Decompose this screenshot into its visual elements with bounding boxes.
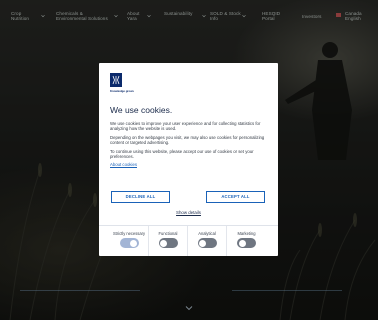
nav-item-label: SOLD & Stock Info bbox=[210, 11, 241, 22]
nav-item-label: Chemicals & Environmental Solutions bbox=[56, 11, 108, 22]
nav-item-about[interactable]: About Yara bbox=[127, 11, 151, 22]
chevron-down-icon bbox=[242, 14, 246, 18]
nav-item-sustainability[interactable]: Sustainability bbox=[164, 11, 206, 18]
toggle-knob bbox=[238, 239, 246, 247]
nav-item-label: About Yara bbox=[127, 11, 140, 22]
pref-label: Functional bbox=[158, 231, 178, 236]
toggle-knob bbox=[160, 239, 167, 247]
scroll-down-chevron-icon[interactable] bbox=[185, 305, 193, 311]
functional-toggle[interactable] bbox=[158, 238, 178, 248]
nav-item-crop-nutrition[interactable]: Crop Nutrition bbox=[11, 11, 45, 22]
divider-line bbox=[232, 290, 342, 291]
nav-item-hesqid-portal[interactable]: HESQID Portal bbox=[262, 11, 290, 22]
nav-item-label: Crop Nutrition bbox=[11, 11, 30, 22]
logo-tagline: Knowledge grows bbox=[110, 89, 134, 93]
dialog-title: We use cookies. bbox=[110, 105, 173, 115]
decline-all-button[interactable]: DECLINE ALL bbox=[111, 191, 170, 203]
cookie-paragraph: Depending on the webpages you visit, we … bbox=[110, 135, 265, 145]
pref-analytical: Analytical bbox=[188, 226, 227, 256]
cookie-paragraph: We use cookies to improve your user expe… bbox=[110, 121, 261, 131]
pref-label: Analytical bbox=[198, 231, 216, 236]
nav-item-language[interactable]: Canada English bbox=[345, 11, 371, 22]
cookie-paragraph: To continue using this website, please a… bbox=[110, 149, 254, 159]
yara-logo-icon bbox=[110, 73, 122, 87]
analytical-toggle[interactable] bbox=[197, 238, 217, 248]
nav-item-label: Sustainability bbox=[164, 11, 193, 16]
accept-all-button[interactable]: ACCEPT ALL bbox=[206, 191, 265, 203]
marketing-toggle[interactable] bbox=[237, 238, 256, 248]
strictly-necessary-toggle[interactable] bbox=[119, 238, 139, 248]
chevron-down-icon bbox=[41, 14, 45, 18]
flag-icon bbox=[336, 13, 341, 17]
pref-strictly-necessary: Strictly necessary bbox=[110, 226, 149, 256]
divider-line bbox=[20, 290, 140, 291]
pref-marketing: Marketing bbox=[227, 226, 266, 256]
chevron-down-icon bbox=[202, 14, 206, 18]
pref-label: Marketing bbox=[237, 231, 256, 236]
chevron-down-icon bbox=[114, 14, 118, 18]
chevron-down-icon bbox=[147, 14, 151, 18]
nav-item-chemicals[interactable]: Chemicals & Environmental Solutions bbox=[56, 11, 118, 22]
cookie-preferences-bar: Strictly necessary Functional Analytical… bbox=[99, 225, 278, 256]
logo-mark bbox=[110, 73, 122, 87]
nav-item-investors[interactable]: Investors bbox=[302, 14, 328, 19]
pref-functional: Functional bbox=[149, 226, 188, 256]
nav-item-stock-info[interactable]: SOLD & Stock Info bbox=[210, 11, 246, 22]
cookie-consent-dialog: Knowledge grows We use cookies. We use c… bbox=[99, 63, 278, 256]
show-details-link[interactable]: Show details bbox=[99, 210, 278, 215]
nav-item-label: Canada English bbox=[345, 11, 362, 22]
top-navigation: Crop Nutrition Chemicals & Environmental… bbox=[0, 0, 378, 34]
nav-item-label: HESQID Portal bbox=[262, 11, 281, 22]
toggle-knob bbox=[130, 239, 137, 247]
about-cookies-link[interactable]: About cookies bbox=[110, 162, 137, 167]
pref-label: Strictly necessary bbox=[112, 231, 146, 236]
nav-item-label: Investors bbox=[302, 14, 322, 19]
toggle-knob bbox=[199, 239, 206, 247]
